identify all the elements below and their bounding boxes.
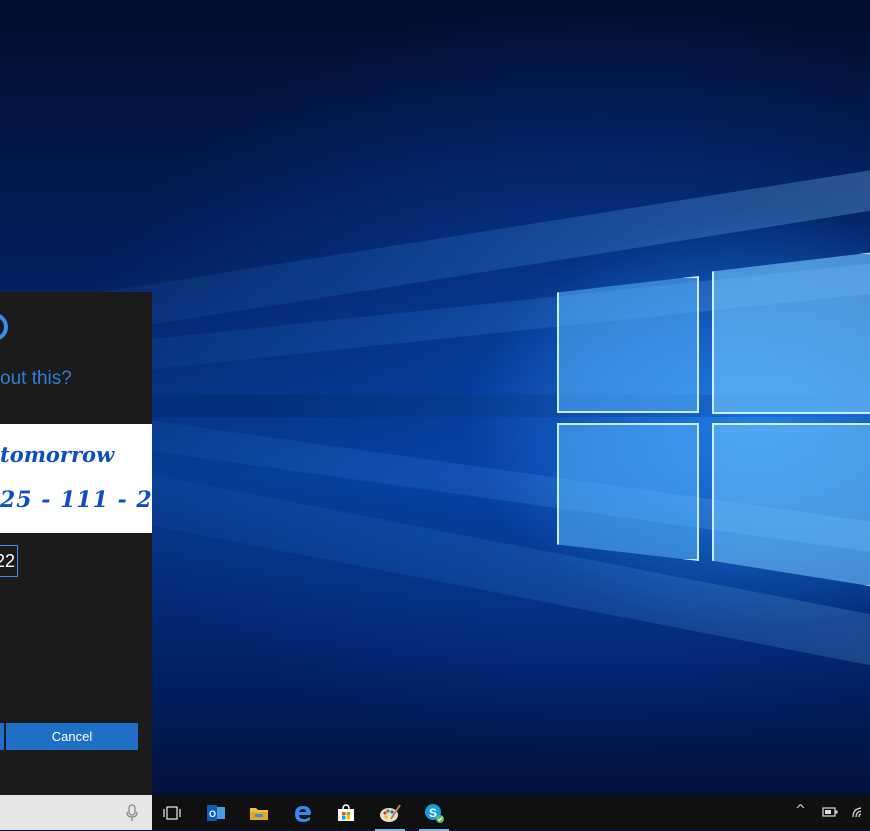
wifi-icon[interactable]	[851, 805, 867, 823]
paint-icon[interactable]	[375, 798, 405, 831]
show-hidden-icons-chevron-icon[interactable]: ^	[795, 803, 806, 818]
window-logo-pane	[712, 423, 870, 587]
search-box[interactable]	[0, 795, 152, 830]
outlook-icon[interactable]: O	[201, 798, 231, 828]
ink-text-line: 25 - 111 - 2222	[0, 487, 152, 513]
file-explorer-icon[interactable]	[244, 798, 274, 828]
cortana-prompt: out this?	[0, 368, 72, 389]
recognized-text-field[interactable]: 22	[0, 545, 18, 577]
edge-icon[interactable]	[288, 798, 318, 828]
cancel-button[interactable]: Cancel	[6, 723, 138, 750]
window-logo-pane	[557, 276, 699, 413]
svg-text:S: S	[429, 806, 437, 820]
ink-text-line: tomorrow	[0, 442, 115, 467]
svg-text:O: O	[209, 809, 216, 819]
taskbar: O S ^	[0, 795, 870, 831]
window-logo-pane	[712, 252, 870, 414]
task-view-icon[interactable]	[157, 798, 187, 828]
skype-icon[interactable]: S	[419, 798, 449, 831]
ink-note-area[interactable]: tomorrow 25 - 111 - 2222	[0, 424, 152, 533]
microphone-icon[interactable]	[125, 804, 139, 822]
battery-icon[interactable]	[822, 806, 838, 821]
window-logo-pane	[557, 423, 699, 561]
confirm-button[interactable]	[0, 723, 4, 750]
store-icon[interactable]	[331, 798, 361, 828]
